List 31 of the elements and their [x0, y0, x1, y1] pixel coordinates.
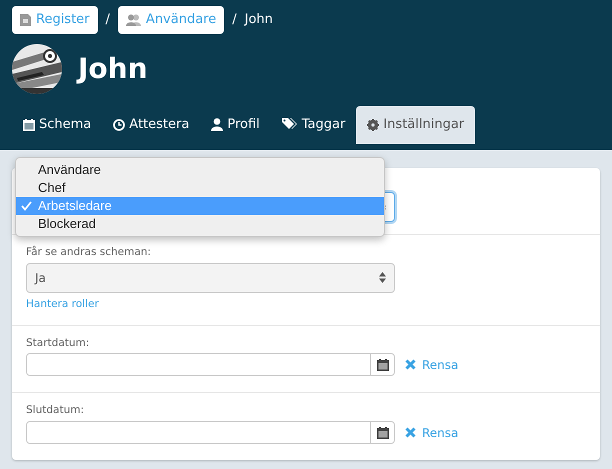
date-field[interactable]	[26, 353, 395, 376]
field-label: Startdatum:	[26, 336, 90, 350]
tab[interactable]: Attestera	[102, 106, 200, 144]
tab[interactable]: Inställningar	[356, 106, 476, 144]
dropdown-option[interactable]: Blockerad	[16, 215, 384, 233]
close-icon	[405, 359, 416, 370]
calendar-icon	[376, 358, 388, 371]
clock-icon	[113, 118, 126, 130]
tab[interactable]: Profil	[200, 106, 271, 144]
check-icon	[21, 201, 32, 211]
users-icon	[126, 14, 141, 26]
tags-icon	[282, 118, 298, 131]
select-arrows-icon	[379, 272, 386, 284]
breadcrumb-separator: /	[106, 11, 110, 29]
user-icon	[211, 118, 224, 131]
date-field[interactable]	[26, 421, 395, 444]
select-field[interactable]: Ja	[26, 262, 395, 293]
field-label: Får se andras scheman:	[26, 245, 152, 260]
calendar-icon	[376, 426, 388, 438]
settings-icon	[367, 118, 380, 130]
user-name: John	[78, 50, 148, 86]
dropdown-option[interactable]: Användare	[16, 161, 384, 179]
close-icon	[405, 427, 416, 438]
tab[interactable]: Schema	[12, 106, 102, 144]
tab[interactable]: Taggar	[270, 106, 356, 144]
calendar-icon	[23, 118, 35, 130]
breadcrumb-current: John	[244, 11, 273, 29]
field-label: Slutdatum:	[26, 403, 85, 418]
breadcrumb-separator: /	[232, 11, 237, 29]
document-icon	[20, 14, 31, 26]
dropdown-option[interactable]: Chef	[16, 179, 384, 197]
